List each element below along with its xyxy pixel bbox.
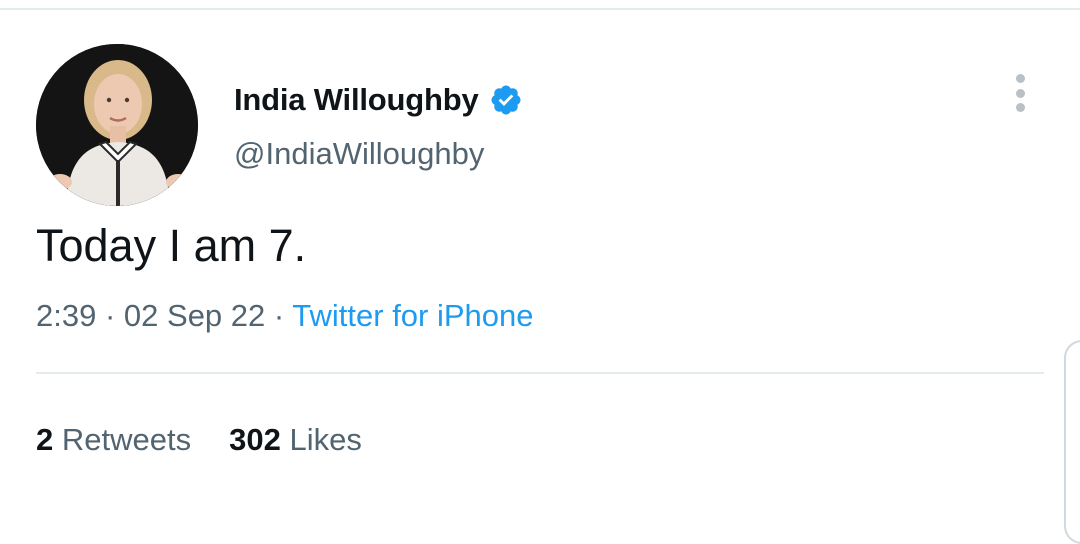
avatar-photo bbox=[36, 44, 198, 206]
more-vertical-icon-dot bbox=[1015, 103, 1025, 112]
partial-card-edge bbox=[1064, 340, 1080, 544]
engagement-stats: 2 Retweets 302 Likes bbox=[36, 420, 362, 460]
retweets-stat[interactable]: 2 Retweets bbox=[36, 420, 191, 460]
retweets-count: 2 bbox=[36, 422, 54, 457]
tweet-date[interactable]: 02 Sep 22 bbox=[124, 298, 265, 333]
verified-badge-icon bbox=[490, 85, 521, 115]
top-divider bbox=[0, 8, 1080, 10]
tweet-meta: 2:39 · 02 Sep 22 · Twitter for iPhone bbox=[36, 296, 534, 336]
meta-separator: · bbox=[104, 298, 116, 333]
likes-label: Likes bbox=[289, 422, 362, 457]
tweet-time[interactable]: 2:39 bbox=[36, 298, 96, 333]
retweets-label: Retweets bbox=[61, 422, 192, 457]
author-handle[interactable]: @IndiaWilloughby bbox=[234, 134, 484, 174]
tweet-text: Today I am 7. bbox=[36, 220, 307, 271]
stats-divider bbox=[36, 372, 1044, 374]
more-vertical-icon-dot bbox=[1015, 88, 1025, 98]
display-name[interactable]: India Willoughby bbox=[234, 80, 523, 120]
likes-stat[interactable]: 302 Likes bbox=[229, 420, 362, 460]
author-name[interactable]: India Willoughby bbox=[234, 80, 479, 120]
meta-separator: · bbox=[273, 298, 285, 333]
tweet-source-link[interactable]: Twitter for iPhone bbox=[292, 298, 533, 333]
more-options-button[interactable] bbox=[1002, 70, 1038, 116]
likes-count: 302 bbox=[229, 422, 281, 457]
more-vertical-icon-dot bbox=[1015, 74, 1025, 83]
avatar[interactable] bbox=[36, 44, 198, 206]
